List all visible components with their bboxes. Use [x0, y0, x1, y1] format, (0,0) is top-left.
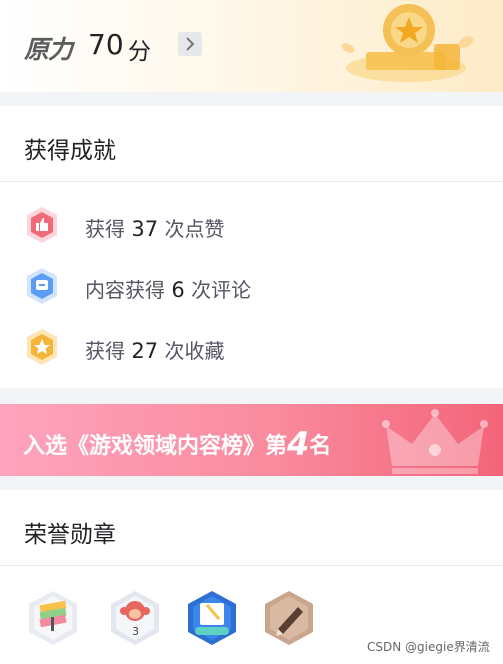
achievement-text: 内容获得 6 次评论: [85, 278, 252, 302]
chevron-right-icon[interactable]: [178, 32, 202, 56]
comment-icon: [27, 268, 57, 304]
badge-monkey-icon[interactable]: 3: [108, 589, 162, 647]
watermark: CSDN @giegie界清流: [367, 640, 490, 654]
badge-creation-icon[interactable]: [185, 589, 239, 647]
achievement-comments: 内容获得 6 次评论: [24, 266, 464, 306]
force-logo: 原力: [24, 35, 73, 64]
rank-banner[interactable]: 入选《游戏领域内容榜》第4名: [0, 404, 503, 476]
badge-pencil-icon[interactable]: [262, 589, 316, 647]
achievement-text: 获得 37 次点赞: [85, 217, 225, 241]
rank-text: 入选《游戏领域内容榜》第4名: [23, 425, 332, 463]
achievement-favorites: 获得 27 次收藏: [24, 327, 464, 367]
force-score-unit: 分: [128, 39, 151, 65]
honor-title: 荣誉勋章: [24, 522, 116, 548]
achievements-section: 获得成就 获得 37 次点赞 内容获得 6 次评论 获得 27 次收藏: [0, 106, 503, 388]
badge-streak-icon[interactable]: [26, 589, 80, 647]
achievement-text: 获得 27 次收藏: [85, 339, 225, 363]
force-score-value: 70: [88, 28, 124, 61]
star-icon: [27, 329, 57, 365]
crown-icon: [382, 409, 488, 474]
achievements-title: 获得成就: [24, 138, 116, 164]
divider: [0, 181, 503, 182]
achievement-likes: 获得 37 次点赞: [24, 205, 464, 245]
svg-text:3: 3: [132, 625, 139, 638]
divider: [0, 565, 503, 566]
medal-trophy-icon: [341, 4, 474, 82]
force-score-card[interactable]: 原力 70 分: [0, 0, 503, 92]
thumbs-up-icon: [27, 207, 57, 243]
